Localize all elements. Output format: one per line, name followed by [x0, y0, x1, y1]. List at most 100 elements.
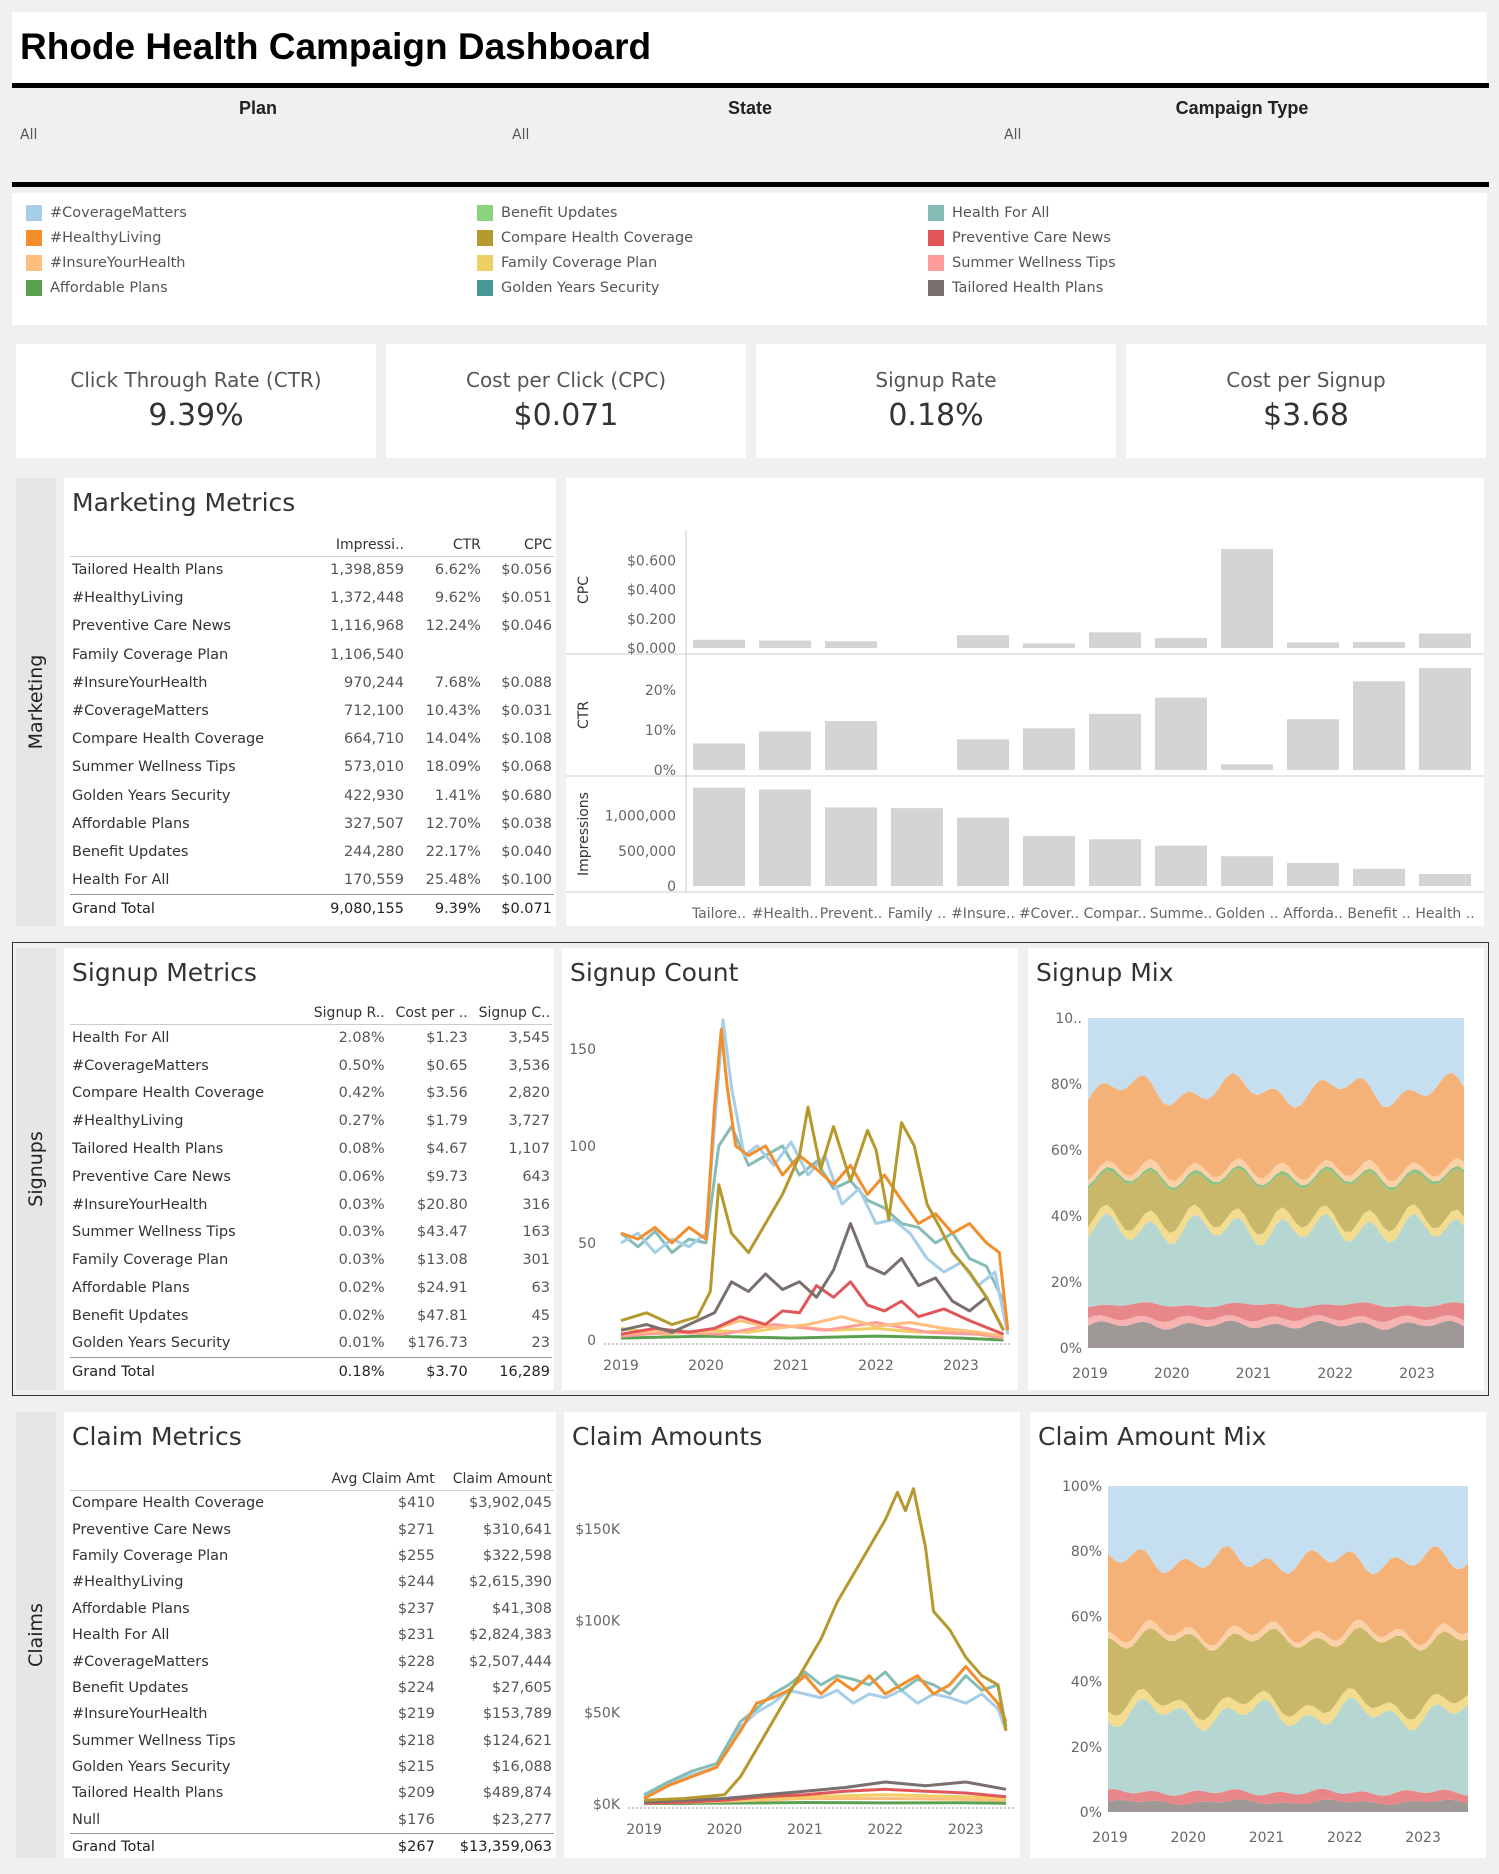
tick-label: $100K	[575, 1614, 621, 1630]
panel-title: Claim Amount Mix	[1038, 1422, 1267, 1451]
row-value: $310,641	[482, 1521, 552, 1538]
row-value: $0.680	[501, 787, 552, 804]
divider	[12, 83, 1489, 88]
table-header-cell: Signup C..	[469, 1002, 552, 1025]
tick-label: 2022	[858, 1358, 894, 1374]
legend-item[interactable]: #CoverageMatters	[26, 205, 187, 221]
tick-label: 1,000,000	[605, 809, 676, 825]
legend-item[interactable]: Benefit Updates	[477, 205, 617, 221]
legend-item[interactable]: Summer Wellness Tips	[928, 255, 1116, 271]
row-value: 3,536	[508, 1057, 550, 1074]
row-value: 0.18%	[305, 1357, 387, 1386]
bar	[1155, 845, 1207, 886]
legend-item[interactable]: #InsureYourHealth	[26, 255, 186, 271]
row-value: 9,080,155	[305, 893, 406, 923]
filter-campaign-type[interactable]: Campaign Type All	[996, 98, 1488, 178]
row-value: 25.48%	[425, 871, 481, 888]
row-value: $209	[397, 1785, 435, 1802]
row-label: Summer Wellness Tips	[72, 1224, 236, 1241]
filter-state[interactable]: State All	[504, 98, 996, 178]
row-value: $1.23	[426, 1030, 468, 1047]
legend-item[interactable]: Compare Health Coverage	[477, 230, 693, 246]
row-value: 2,820	[508, 1085, 550, 1102]
bar	[957, 635, 1009, 648]
table-row: Summer Wellness Tips $218 $124,621	[70, 1728, 554, 1754]
tick-label: 10%	[645, 723, 676, 739]
row-value: 0.06%	[338, 1168, 385, 1185]
row-label: Compare Health Coverage	[72, 1085, 265, 1102]
row-value: $237	[397, 1600, 435, 1617]
claim-amounts-chart: $150K $100K $50K $0K 2019 2020 2021 2022 2023	[575, 1487, 1014, 1838]
section-label: Signups	[25, 1131, 47, 1207]
tick-label: $0.600	[627, 554, 676, 570]
table-row: Family Coverage Plan 1,106,540	[70, 641, 554, 669]
row-value: $0.040	[501, 843, 552, 860]
filter-value[interactable]: All	[12, 127, 504, 143]
table-row: Compare Health Coverage 0.42% $3.56 2,820	[70, 1080, 552, 1108]
tick-label: 2021	[773, 1358, 809, 1374]
row-value: $0.051	[501, 590, 552, 607]
row-value: $271	[397, 1521, 435, 1538]
tick-label: $50K	[584, 1705, 621, 1721]
table-row: Family Coverage Plan 0.03% $13.08 301	[70, 1246, 552, 1274]
claim-mix-panel: Claim Amount Mix 100% 80% 60% 40% 20% 0% 2019 2…	[1030, 1412, 1486, 1858]
row-value: $3.56	[426, 1085, 468, 1102]
legend-swatch	[26, 230, 42, 246]
row-label: #CoverageMatters	[72, 1057, 209, 1074]
row-label: Preventive Care News	[72, 1521, 231, 1538]
row-label: Benefit Updates	[72, 843, 189, 860]
panel-title: Claim Amounts	[572, 1422, 763, 1451]
legend-swatch	[928, 230, 944, 246]
series-area	[1088, 1320, 1464, 1348]
row-label: #InsureYourHealth	[72, 1706, 208, 1723]
legend-item[interactable]: Tailored Health Plans	[928, 280, 1103, 296]
table-header-cell	[70, 1002, 305, 1025]
signup-metrics-panel: Signup Metrics Signup R.. Cost per .. Sign…	[64, 948, 554, 1390]
table-row: Affordable Plans $237 $41,308	[70, 1596, 554, 1622]
table-row: Affordable Plans 327,507 12.70% $0.038	[70, 810, 554, 838]
signup-count-panel: Signup Count 150 100 50 0 2019 2020 2021 2022 20…	[562, 948, 1018, 1390]
tick-label: 60%	[1071, 1609, 1102, 1625]
legend-label: Compare Health Coverage	[501, 230, 694, 246]
kpi-cost-per-signup: Cost per Signup $3.68	[1126, 344, 1486, 458]
table-row: #InsureYourHealth 0.03% $20.80 316	[70, 1191, 552, 1219]
table-row: #HealthyLiving 1,372,448 9.62% $0.051	[70, 584, 554, 612]
table-row: Compare Health Coverage 664,710 14.04% $0.1…	[70, 725, 554, 753]
row-label: Preventive Care News	[72, 1168, 231, 1185]
row-value: $267	[315, 1832, 437, 1860]
legend-item[interactable]: Preventive Care News	[928, 230, 1111, 246]
legend-item[interactable]: Health For All	[928, 205, 1049, 221]
legend-label: Family Coverage Plan	[501, 255, 658, 271]
tick-label: 150	[569, 1042, 596, 1058]
table-row: Health For All 2.08% $1.23 3,545	[70, 1024, 552, 1052]
category-label: Health ..	[1415, 906, 1474, 922]
legend-swatch	[477, 205, 493, 221]
row-value: $2,507,444	[468, 1653, 552, 1670]
bar	[957, 817, 1009, 886]
row-value: 9.39%	[405, 893, 483, 923]
tick-label: 2020	[1170, 1830, 1206, 1846]
filter-value[interactable]: All	[996, 127, 1488, 143]
row-label: Compare Health Coverage	[72, 731, 265, 748]
legend-item[interactable]: #HealthyLiving	[26, 230, 161, 246]
row-value: 1,116,968	[330, 618, 404, 635]
legend-item[interactable]: Family Coverage Plan	[477, 255, 657, 271]
filter-value[interactable]: All	[504, 127, 996, 143]
tick-label: 20%	[645, 683, 676, 699]
filter-plan[interactable]: Plan All	[12, 98, 504, 178]
claim-mix-chart: 100% 80% 60% 40% 20% 0% 2019 2020 2021 2022 2023	[1062, 1479, 1468, 1846]
row-label: Affordable Plans	[72, 815, 190, 832]
table-row: Summer Wellness Tips 0.03% $43.47 163	[70, 1219, 552, 1247]
panel-title: Signup Metrics	[72, 958, 257, 987]
row-value: $27,605	[492, 1679, 552, 1696]
table-header-cell: CPC	[482, 534, 554, 557]
kpi-label: Click Through Rate (CTR)	[70, 368, 322, 392]
tick-label: 2019	[603, 1358, 639, 1374]
row-value: $176	[397, 1811, 435, 1828]
color-legend: #CoverageMatters #HealthyLiving #InsureYou…	[12, 193, 1487, 325]
row-value: 12.70%	[425, 815, 481, 832]
tick-label: 0%	[1080, 1805, 1102, 1821]
legend-item[interactable]: Affordable Plans	[26, 280, 168, 296]
row-value: $231	[397, 1627, 435, 1644]
legend-item[interactable]: Golden Years Security	[477, 280, 659, 296]
